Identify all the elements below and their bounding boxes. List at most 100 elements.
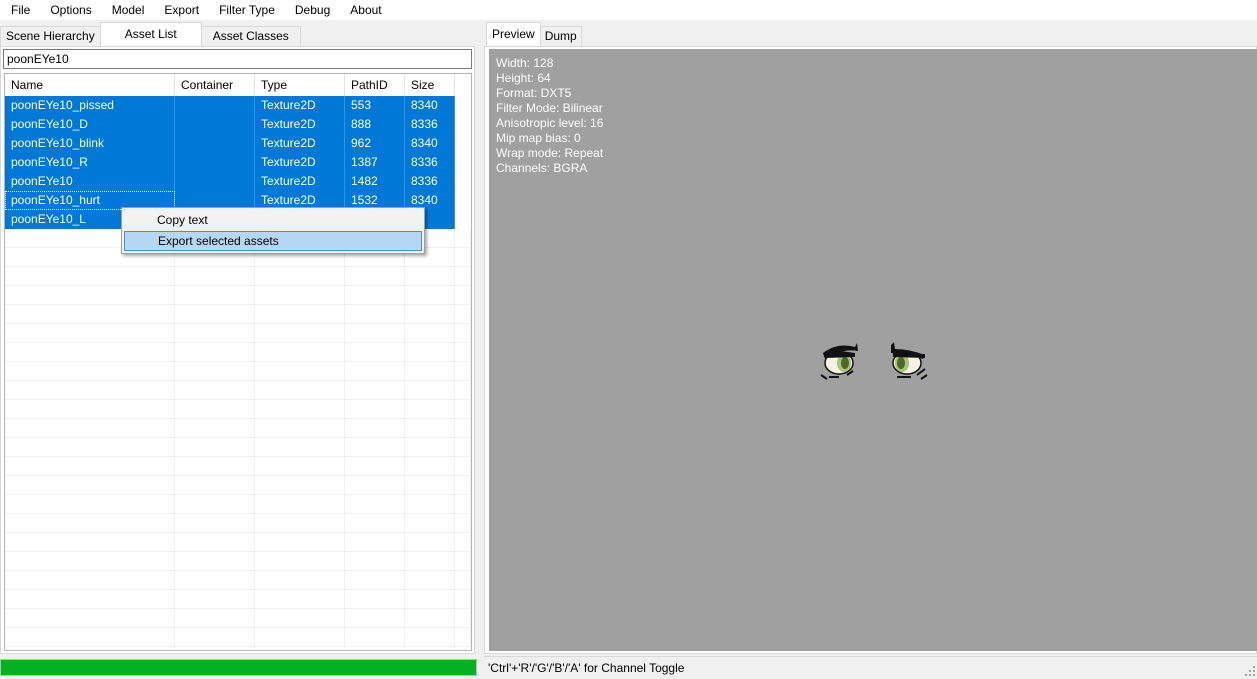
context-menu-export-selected-assets[interactable]: Export selected assets: [124, 231, 422, 251]
empty-cell: [345, 400, 405, 419]
resize-grip-icon[interactable]: [1245, 666, 1255, 676]
table-row[interactable]: poonEYe10_R Texture2D 1387 8336: [5, 153, 471, 172]
filter-input[interactable]: [3, 49, 472, 69]
menu-filter-type[interactable]: Filter Type: [208, 0, 284, 20]
empty-cell: [455, 590, 471, 609]
info-format: Format: DXT5: [496, 86, 572, 100]
menu-model[interactable]: Model: [101, 0, 154, 20]
empty-cell: [405, 324, 455, 343]
empty-cell: [405, 628, 455, 647]
asset-list-view[interactable]: Name Container Type PathID Size poonEYe1…: [4, 73, 472, 651]
table-row[interactable]: poonEYe10_blink Texture2D 962 8340: [5, 134, 471, 153]
empty-cell: [405, 457, 455, 476]
menu-file[interactable]: File: [0, 0, 39, 20]
cell-type: Texture2D: [255, 96, 345, 115]
empty-cell: [255, 400, 345, 419]
table-row[interactable]: poonEYe10_D Texture2D 888 8336: [5, 115, 471, 134]
empty-cell: [255, 438, 345, 457]
empty-cell: [345, 552, 405, 571]
table-row[interactable]: poonEYe10 Texture2D 1482 8336: [5, 172, 471, 191]
cell-container: [175, 172, 255, 191]
empty-cell: [5, 476, 175, 495]
status-text: 'Ctrl'+'R'/'G'/'B'/'A' for Channel Toggl…: [488, 661, 685, 675]
empty-cell: [255, 457, 345, 476]
info-mip-map-bias: Mip map bias: 0: [496, 131, 581, 145]
empty-cell: [455, 381, 471, 400]
cell-name: poonEYe10_blink: [5, 134, 175, 153]
empty-cell: [405, 286, 455, 305]
tab-scene-hierarchy[interactable]: Scene Hierarchy: [0, 26, 101, 46]
empty-cell: [405, 419, 455, 438]
empty-cell: [175, 286, 255, 305]
context-menu-copy-text[interactable]: Copy text: [124, 210, 422, 230]
column-pathid[interactable]: PathID: [345, 74, 405, 96]
empty-cell: [255, 324, 345, 343]
cell-size: 8340: [405, 134, 455, 153]
empty-cell: [255, 476, 345, 495]
empty-cell: [175, 533, 255, 552]
empty-cell: [255, 343, 345, 362]
empty-cell: [405, 305, 455, 324]
empty-cell: [345, 476, 405, 495]
row-spacer: [455, 153, 471, 172]
column-name[interactable]: Name: [5, 74, 175, 96]
empty-cell: [5, 400, 175, 419]
empty-cell: [455, 229, 471, 248]
empty-cell: [5, 362, 175, 381]
menu-export[interactable]: Export: [153, 0, 208, 20]
empty-cell: [455, 438, 471, 457]
empty-cell: [455, 267, 471, 286]
cell-container: [175, 115, 255, 134]
empty-grid-row: [5, 476, 471, 495]
tab-preview[interactable]: Preview: [486, 22, 541, 46]
empty-cell: [405, 590, 455, 609]
column-container[interactable]: Container: [175, 74, 255, 96]
column-type[interactable]: Type: [255, 74, 345, 96]
empty-cell: [255, 571, 345, 590]
empty-cell: [5, 533, 175, 552]
menu-about[interactable]: About: [339, 0, 390, 20]
eyes-texture-image: [820, 342, 928, 380]
empty-cell: [405, 571, 455, 590]
cell-container: [175, 153, 255, 172]
empty-cell: [175, 476, 255, 495]
empty-cell: [345, 362, 405, 381]
empty-grid-row: [5, 457, 471, 476]
empty-cell: [455, 571, 471, 590]
column-size[interactable]: Size: [405, 74, 455, 96]
cell-pathid: 1387: [345, 153, 405, 172]
empty-cell: [455, 609, 471, 628]
empty-cell: [405, 343, 455, 362]
left-tab-strip: Scene Hierarchy Asset List Asset Classes: [0, 22, 301, 46]
empty-cell: [405, 552, 455, 571]
empty-cell: [405, 438, 455, 457]
tab-dump[interactable]: Dump: [539, 26, 582, 46]
tab-asset-list[interactable]: Asset List: [99, 22, 202, 46]
table-row[interactable]: poonEYe10_pissed Texture2D 553 8340: [5, 96, 471, 115]
tab-asset-classes[interactable]: Asset Classes: [200, 26, 301, 46]
empty-cell: [345, 609, 405, 628]
empty-cell: [175, 438, 255, 457]
empty-cell: [5, 495, 175, 514]
info-wrap-mode: Wrap mode: Repeat: [496, 146, 604, 160]
empty-cell: [5, 609, 175, 628]
empty-cell: [175, 343, 255, 362]
empty-cell: [175, 609, 255, 628]
empty-cell: [345, 495, 405, 514]
menu-options[interactable]: Options: [39, 0, 100, 20]
empty-cell: [255, 305, 345, 324]
empty-cell: [345, 457, 405, 476]
empty-cell: [5, 571, 175, 590]
cell-name: poonEYe10_pissed: [5, 96, 175, 115]
empty-cell: [345, 438, 405, 457]
cell-type: Texture2D: [255, 134, 345, 153]
menu-debug[interactable]: Debug: [284, 0, 339, 20]
texture-preview[interactable]: Width: 128 Height: 64 Format: DXT5 Filte…: [489, 49, 1257, 651]
empty-grid-row: [5, 400, 471, 419]
empty-cell: [345, 343, 405, 362]
cell-pathid: 888: [345, 115, 405, 134]
empty-cell: [175, 324, 255, 343]
empty-cell: [5, 267, 175, 286]
empty-cell: [5, 552, 175, 571]
cell-type: Texture2D: [255, 172, 345, 191]
